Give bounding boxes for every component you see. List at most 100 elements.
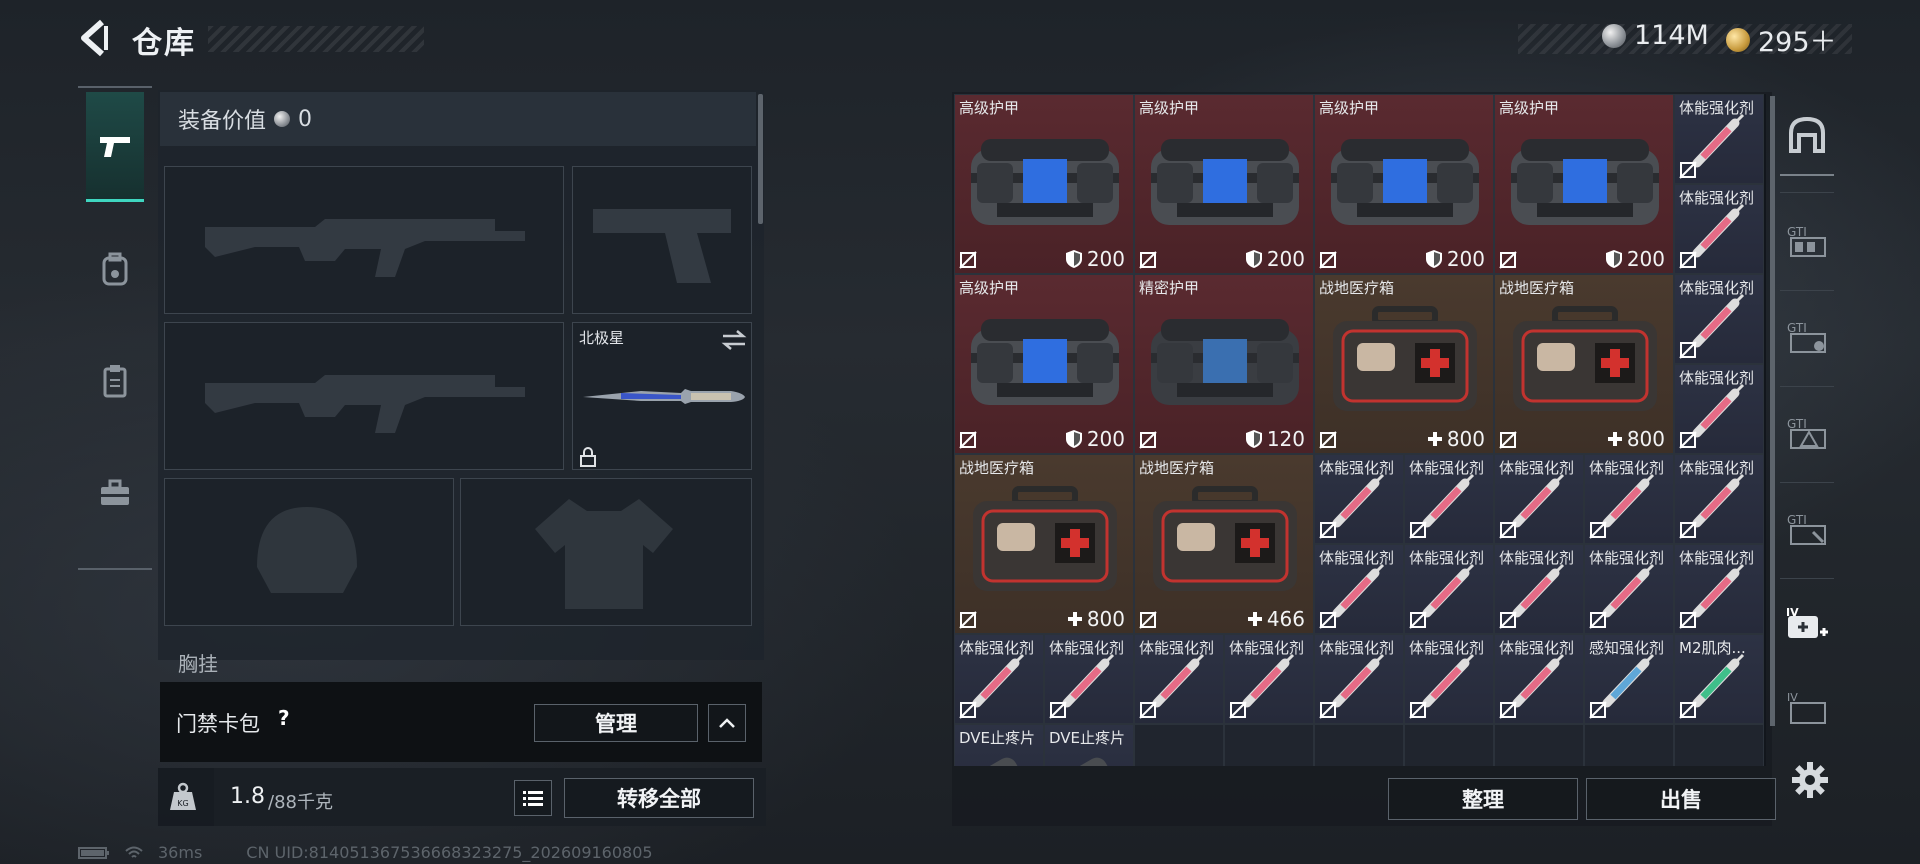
item-cell[interactable]: 体能强化剂 — [1314, 634, 1404, 724]
item-cell[interactable]: 精密护甲 120 — [1134, 274, 1314, 454]
item-cell[interactable]: DVE止疼片 — [954, 724, 1044, 766]
chevron-left-icon — [81, 19, 108, 57]
loadout-rail — [78, 86, 152, 570]
rail-tab-weapons[interactable] — [86, 92, 144, 202]
item-value: 200 — [1065, 247, 1125, 271]
item-value: 800 — [1427, 427, 1485, 451]
item-cell[interactable]: 感知强化剂 — [1584, 634, 1674, 724]
tab-storage-1[interactable]: GTI — [1780, 200, 1834, 280]
item-value: 200 — [1425, 247, 1485, 271]
primary-weapon-slot-2[interactable] — [164, 322, 564, 470]
tab-storage-2[interactable]: GTI — [1780, 296, 1834, 376]
tab-add-storage[interactable]: IV — [1780, 584, 1834, 664]
item-cell[interactable]: 体能强化剂 — [1674, 94, 1764, 184]
empty-cell[interactable] — [1404, 724, 1494, 766]
chevron-up-icon — [719, 718, 735, 728]
item-cell[interactable]: 体能强化剂 — [1674, 184, 1764, 274]
item-cell[interactable]: DVE止疼片 — [1044, 724, 1134, 766]
pistol-slot[interactable] — [572, 166, 752, 314]
no-insure-icon — [959, 431, 977, 449]
silver-coin-icon — [1602, 23, 1626, 48]
item-cell[interactable]: 高级护甲 200 — [954, 274, 1134, 454]
item-cell[interactable]: 体能强化剂 — [1584, 454, 1674, 544]
tab-storage-3[interactable]: GTI — [1780, 392, 1834, 472]
item-cell[interactable]: 体能强化剂 — [1404, 544, 1494, 634]
gold-currency[interactable]: 295＋ — [1726, 20, 1837, 59]
equipment-scrollbar[interactable] — [758, 94, 763, 224]
medkit-icon — [973, 486, 1117, 591]
pill-bottle-icon — [976, 757, 1022, 766]
page-title: 仓库 — [132, 26, 196, 61]
tab-home[interactable] — [1780, 96, 1834, 176]
syringe-icon — [1692, 383, 1745, 438]
empty-cell[interactable] — [1224, 724, 1314, 766]
item-cell[interactable]: 高级护甲 200 — [1314, 94, 1494, 274]
primary-weapon-slot-1[interactable] — [164, 166, 564, 314]
item-cell[interactable]: 体能强化剂 — [1494, 544, 1584, 634]
rail-tab-vest[interactable] — [86, 326, 144, 436]
ping-value: 36ms — [158, 843, 203, 862]
medkit-icon — [1333, 306, 1477, 411]
no-insure-icon — [959, 251, 977, 269]
transfer-all-button[interactable]: 转移全部 — [564, 778, 754, 818]
shield-icon — [1425, 250, 1442, 268]
no-insure-icon — [1319, 251, 1337, 269]
sell-button[interactable]: 出售 — [1586, 778, 1776, 820]
item-cell[interactable]: 体能强化剂 — [1224, 634, 1314, 724]
helmet-slot[interactable] — [164, 478, 454, 626]
item-cell[interactable]: 高级护甲 200 — [1494, 94, 1674, 274]
item-cell[interactable]: 体能强化剂 — [954, 634, 1044, 724]
no-insure-icon — [1679, 251, 1697, 269]
syringe-icon — [1602, 653, 1655, 708]
rail-tab-backpack[interactable] — [86, 214, 144, 324]
item-cell[interactable]: 体能强化剂 — [1404, 634, 1494, 724]
collapse-button[interactable] — [708, 704, 746, 742]
manage-button[interactable]: 管理 — [534, 704, 698, 742]
item-cell[interactable]: 体能强化剂 — [1314, 454, 1404, 544]
no-insure-icon — [1409, 521, 1427, 539]
back-button[interactable] — [76, 18, 112, 58]
list-icon — [523, 791, 543, 806]
item-cell[interactable]: 体能强化剂 — [1584, 544, 1674, 634]
pill-bottle-icon — [1066, 757, 1112, 766]
item-cell[interactable]: 体能强化剂 — [1674, 544, 1764, 634]
item-cell[interactable]: 体能强化剂 — [1674, 274, 1764, 364]
weight-bar: KG 1.8 /88千克 转移全部 — [158, 768, 766, 826]
rail-tab-toolbox[interactable] — [86, 438, 144, 548]
empty-cell[interactable] — [1584, 724, 1674, 766]
item-cell[interactable]: 体能强化剂 — [1674, 454, 1764, 544]
list-view-button[interactable] — [514, 780, 552, 816]
plus-icon — [1067, 612, 1082, 626]
storage-scrollbar[interactable] — [1770, 96, 1775, 726]
tab-storage-5[interactable]: IV — [1780, 668, 1834, 748]
empty-cell[interactable] — [1674, 724, 1764, 766]
armor-bag-icon — [1511, 139, 1659, 225]
item-cell[interactable]: 战地医疗箱 800 — [1494, 274, 1674, 454]
empty-cell[interactable] — [1494, 724, 1584, 766]
plus-icon — [1607, 432, 1622, 446]
item-cell[interactable]: 高级护甲 200 — [954, 94, 1134, 274]
empty-cell[interactable] — [1314, 724, 1404, 766]
item-cell[interactable]: 战地医疗箱 800 — [1314, 274, 1494, 454]
item-cell[interactable]: 体能强化剂 — [1044, 634, 1134, 724]
tab-storage-4[interactable]: GTI — [1780, 488, 1834, 568]
melee-slot[interactable]: 北极星 — [572, 322, 752, 470]
item-cell[interactable]: 体能强化剂 — [1494, 634, 1584, 724]
armor-slot[interactable] — [460, 478, 752, 626]
sort-button[interactable]: 整理 — [1388, 778, 1578, 820]
item-cell[interactable]: 高级护甲 200 — [1134, 94, 1314, 274]
item-cell[interactable]: 战地医疗箱 800 — [954, 454, 1134, 634]
swap-icon[interactable] — [721, 329, 747, 351]
item-cell[interactable]: 战地医疗箱 466 — [1134, 454, 1314, 634]
item-cell[interactable]: 体能强化剂 — [1674, 364, 1764, 454]
help-icon[interactable]: ? — [278, 706, 290, 730]
item-cell[interactable]: M2肌肉... — [1674, 634, 1764, 724]
no-insure-icon — [1499, 521, 1517, 539]
item-cell[interactable]: 体能强化剂 — [1134, 634, 1224, 724]
settings-button[interactable] — [1790, 760, 1830, 800]
item-cell[interactable]: 体能强化剂 — [1494, 454, 1584, 544]
item-cell[interactable]: 体能强化剂 — [1314, 544, 1404, 634]
item-cell[interactable]: 体能强化剂 — [1404, 454, 1494, 544]
empty-cell[interactable] — [1134, 724, 1224, 766]
weight-max: /88千克 — [268, 792, 333, 813]
